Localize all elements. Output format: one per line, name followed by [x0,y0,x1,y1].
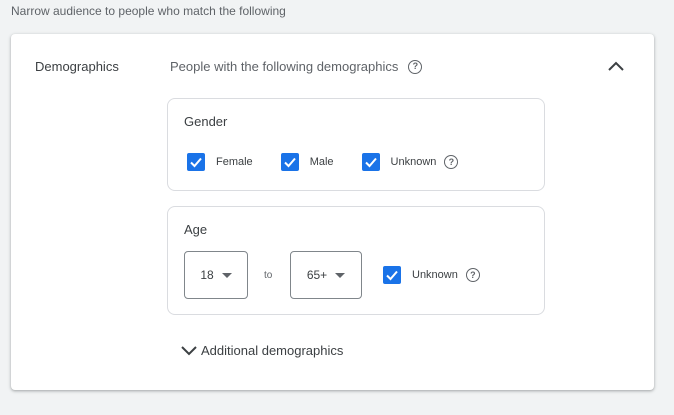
female-checkbox[interactable] [187,153,205,171]
unknown-gender-checkbox[interactable] [361,153,380,171]
age-from-select[interactable]: 18 [184,251,248,299]
additional-demographics-toggle[interactable]: Additional demographics [181,343,343,358]
collapse-button[interactable] [605,56,627,76]
section-description: People with the following demographics [170,59,399,74]
unknown-age-checkbox[interactable] [383,266,401,284]
gender-option-female[interactable]: Female [187,153,253,171]
checkmark-icon [283,157,296,168]
chevron-down-icon [181,345,197,356]
unknown-gender-label: Unknown [390,156,437,168]
age-to-value: 65+ [306,268,328,282]
age-from-value: 18 [200,268,214,282]
checkmark-icon [386,270,398,281]
age-to-label: to [264,270,273,281]
gender-option-male[interactable]: Male [280,153,334,171]
gender-options: Female Male Unknown ? [187,153,459,171]
gender-option-unknown[interactable]: Unknown ? [361,153,459,171]
age-option-unknown[interactable]: Unknown ? [383,266,480,284]
help-icon[interactable]: ? [444,155,459,169]
section-label: Demographics [35,59,119,74]
age-title: Age [184,222,208,237]
narrow-audience-note: Narrow audience to people who match the … [11,4,286,18]
age-to-select[interactable]: 65+ [290,251,362,299]
gender-panel: Gender Female Male Unknown ? [167,98,545,191]
section-description-row: People with the following demographics ? [170,59,423,74]
age-panel: Age 18 to 65+ Unknown ? [167,206,545,315]
dropdown-arrow-icon [221,272,232,278]
male-checkbox[interactable] [280,153,299,171]
demographics-card: Demographics People with the following d… [11,34,654,390]
help-icon[interactable]: ? [465,268,480,282]
gender-title: Gender [184,114,228,129]
chevron-up-icon [608,61,624,71]
unknown-age-label: Unknown [412,269,458,281]
checkmark-icon [190,157,202,168]
male-label: Male [309,156,334,168]
female-label: Female [216,156,253,168]
additional-demographics-label: Additional demographics [201,343,344,358]
help-icon[interactable]: ? [408,59,423,74]
checkmark-icon [364,157,377,168]
dropdown-arrow-icon [335,272,346,278]
